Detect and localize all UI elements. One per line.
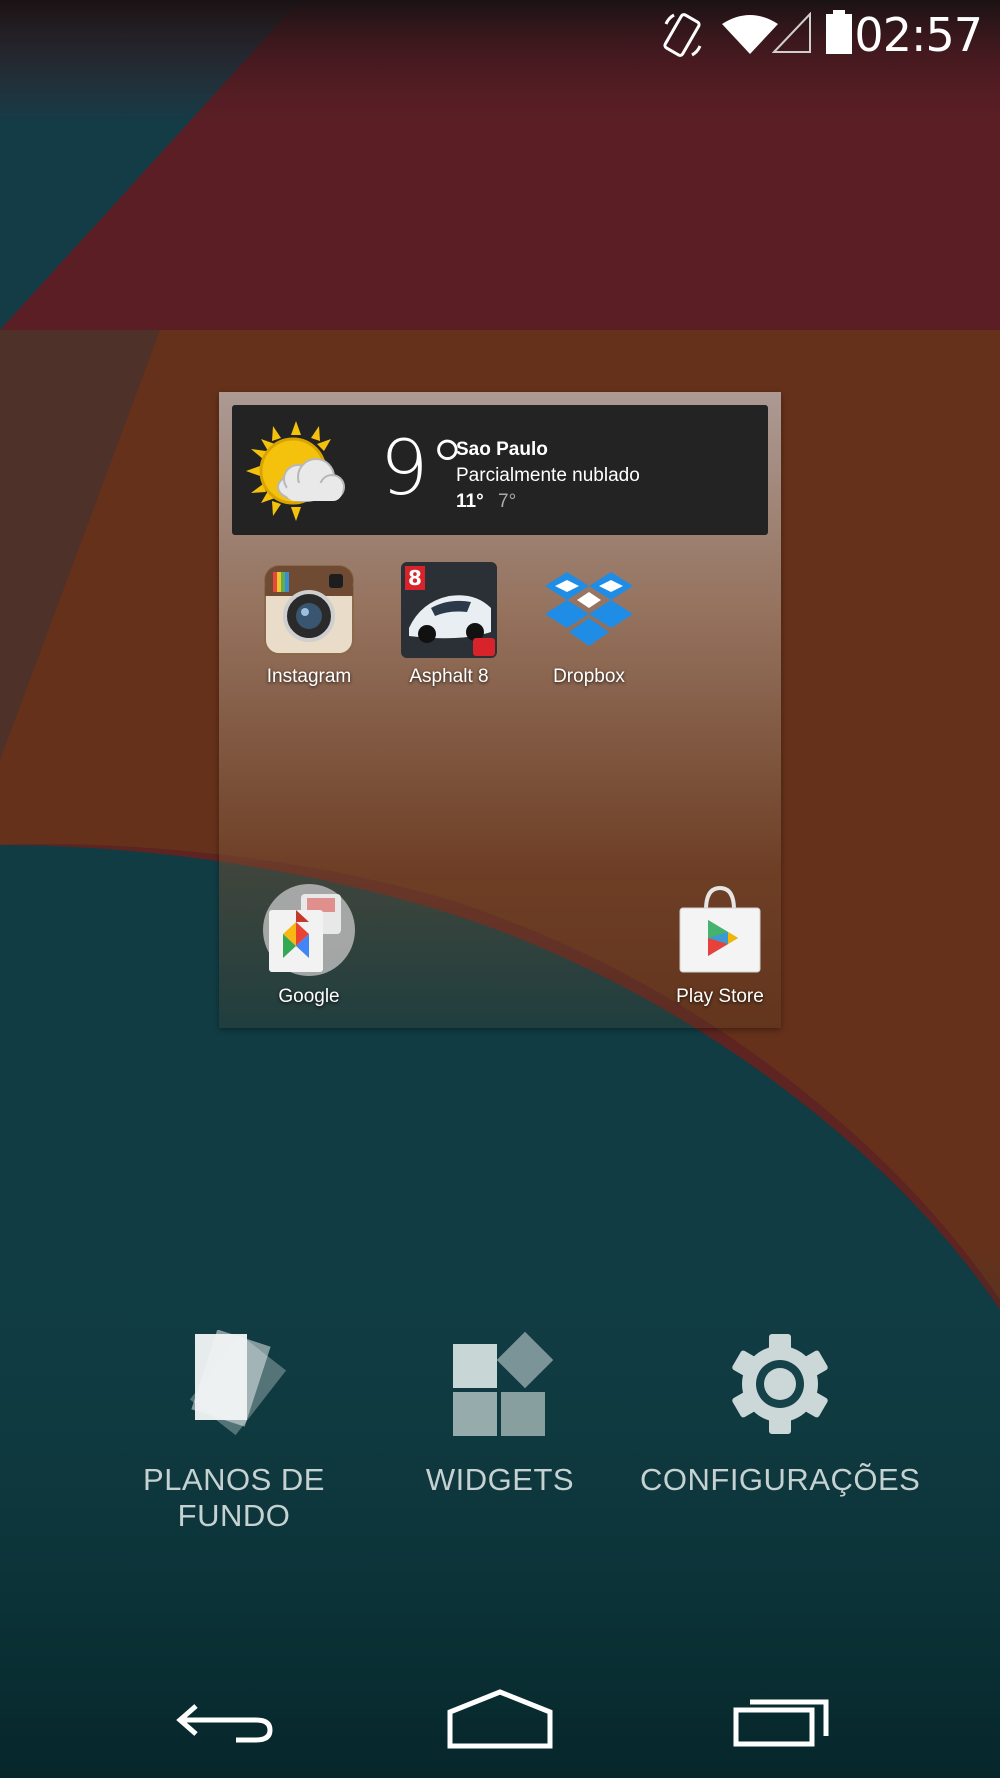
app-label: Asphalt 8 (409, 666, 489, 687)
city-name: Sao Paulo (456, 439, 548, 460)
settings-option[interactable]: CONFIGURAÇÕES (640, 1330, 920, 1498)
high-temp: 11° (456, 491, 484, 512)
app-folder-google[interactable]: Google (239, 882, 379, 1008)
home-icon[interactable] (430, 1680, 570, 1760)
partly-cloudy-icon (246, 421, 345, 521)
instagram-icon (261, 562, 357, 658)
weather-condition: Parcialmente nublado (456, 465, 640, 486)
app-label: Instagram (266, 666, 352, 687)
clock: 02:57 (854, 8, 983, 62)
settings-gear-icon (732, 1334, 828, 1434)
low-temp: 7° (498, 491, 517, 512)
temperature: 9° (380, 423, 467, 512)
app-label: Dropbox (553, 666, 625, 687)
asphalt-8-icon: 8 (401, 562, 497, 658)
asphalt-badge: 8 (408, 566, 422, 590)
wallpapers-option[interactable]: PLANOS DE FUNDO (104, 1330, 364, 1534)
app-play-store[interactable]: Play Store (650, 882, 790, 1008)
status-bar: 02:57 (0, 0, 1000, 70)
option-label: CONFIGURAÇÕES (640, 1462, 921, 1497)
battery-icon (826, 10, 852, 54)
rotate-icon (663, 13, 702, 57)
play-store-icon (672, 882, 768, 978)
wallpapers-icon (189, 1330, 287, 1436)
app-asphalt-8[interactable]: 8 Asphalt 8 (379, 562, 519, 688)
back-icon[interactable] (152, 1680, 292, 1760)
app-dropbox[interactable]: Dropbox (519, 562, 659, 688)
google-folder-icon (261, 882, 357, 978)
widgets-icon (453, 1331, 554, 1436)
home-page-preview[interactable]: 9° Sao Paulo Parcialmente nublado 11° 7°… (219, 392, 781, 1028)
weather-widget[interactable]: 9° Sao Paulo Parcialmente nublado 11° 7° (232, 405, 768, 535)
signal-icon (772, 12, 811, 53)
dropbox-icon (541, 562, 637, 658)
app-label: Google (278, 986, 340, 1007)
app-instagram[interactable]: Instagram (239, 562, 379, 688)
navigation-bar (0, 1660, 1000, 1778)
recents-icon[interactable] (710, 1680, 850, 1760)
widgets-option[interactable]: WIDGETS (410, 1330, 590, 1498)
app-label: Play Store (676, 986, 764, 1007)
option-label: WIDGETS (425, 1462, 575, 1497)
option-label: PLANOS DE FUNDO (143, 1462, 325, 1533)
wifi-icon (722, 15, 778, 54)
